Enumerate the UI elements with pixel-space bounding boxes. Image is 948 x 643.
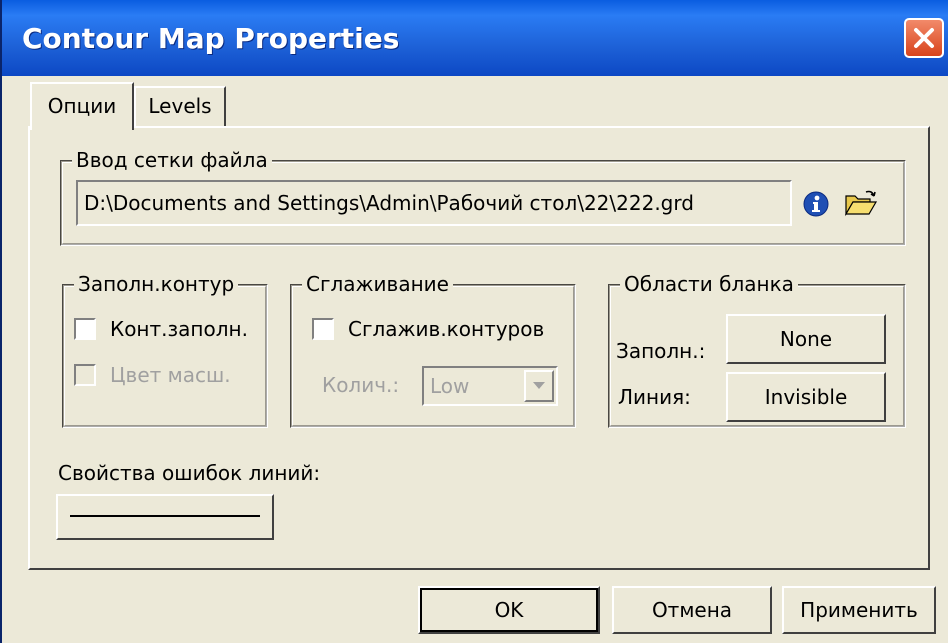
smooth-contours-checkbox[interactable] <box>312 318 334 340</box>
color-scale-label: Цвет масш. <box>110 363 231 387</box>
smooth-contours-label: Сглажив.контуров <box>348 317 545 341</box>
dropdown-button[interactable] <box>524 370 554 402</box>
blank-fill-label: Заполн.: <box>616 339 706 363</box>
tab-levels-label: Levels <box>148 94 212 118</box>
close-button[interactable] <box>904 18 944 58</box>
grid-file-path: D:\Documents and Settings\Admin\Рабочий … <box>84 191 694 215</box>
chevron-down-icon <box>533 382 545 389</box>
color-scale-checkbox[interactable] <box>74 364 96 386</box>
tab-levels[interactable]: Levels <box>134 86 226 126</box>
tab-options[interactable]: Опции <box>30 82 134 130</box>
smoothing-legend: Сглаживание <box>302 271 453 297</box>
tab-options-label: Опции <box>47 94 117 118</box>
apply-button[interactable]: Применить <box>782 586 936 634</box>
smoothing-amount-select[interactable]: Low <box>422 366 558 406</box>
blank-line-button[interactable]: Invisible <box>726 372 886 422</box>
smoothing-group: Сглаживание <box>290 271 576 428</box>
amount-label: Колич.: <box>322 373 400 397</box>
open-folder-icon[interactable] <box>844 188 878 218</box>
cancel-label: Отмена <box>651 598 733 622</box>
blank-fill-value: None <box>779 327 833 351</box>
info-icon[interactable] <box>802 190 830 218</box>
blank-line-value: Invisible <box>764 385 848 409</box>
fault-line-label: Свойства ошибок линий: <box>58 461 321 485</box>
cancel-button[interactable]: Отмена <box>612 586 772 634</box>
fill-contours-checkbox[interactable] <box>74 318 96 340</box>
dialog-window: Contour Map Properties Опции Levels Ввод… <box>0 0 948 643</box>
fill-contours-group: Заполн.контур <box>62 271 268 428</box>
line-style-preview <box>70 515 260 517</box>
apply-label: Применить <box>800 598 918 622</box>
fill-contours-legend: Заполн.контур <box>74 271 239 297</box>
fault-line-style-button[interactable] <box>56 494 274 540</box>
grid-input-legend: Ввод сетки файла <box>72 147 272 173</box>
fill-contours-label: Конт.заполн. <box>110 317 248 341</box>
blank-line-label: Линия: <box>618 385 691 409</box>
blank-fill-button[interactable]: None <box>726 314 886 364</box>
title-bar[interactable]: Contour Map Properties <box>2 0 948 76</box>
ok-label: OK <box>494 598 524 622</box>
blanked-regions-legend: Области бланка <box>620 271 798 297</box>
ok-button[interactable]: OK <box>418 586 600 634</box>
grid-file-path-field[interactable]: D:\Documents and Settings\Admin\Рабочий … <box>76 180 792 226</box>
window-title: Contour Map Properties <box>22 22 400 55</box>
close-icon <box>914 28 934 48</box>
smoothing-amount-value: Low <box>430 374 470 398</box>
